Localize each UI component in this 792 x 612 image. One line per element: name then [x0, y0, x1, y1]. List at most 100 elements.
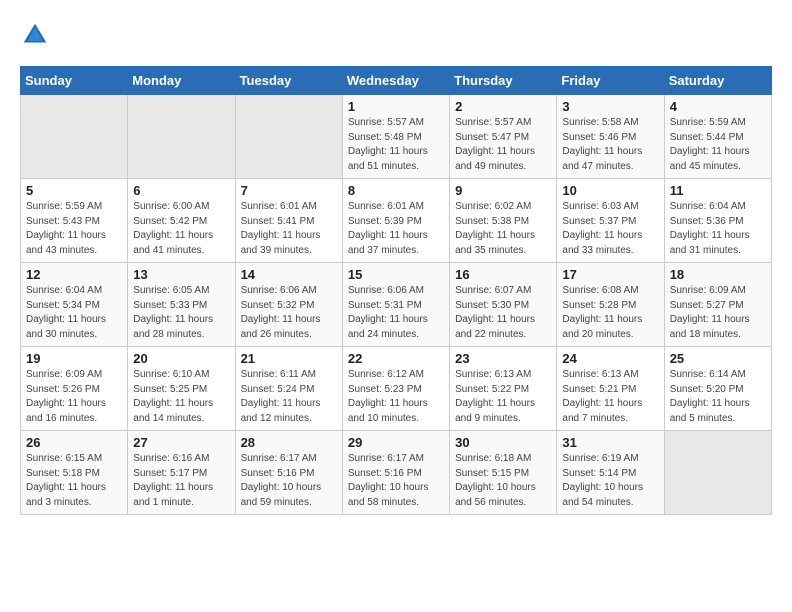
- day-number: 10: [562, 183, 658, 198]
- calendar-day-cell: 1Sunrise: 5:57 AM Sunset: 5:48 PM Daylig…: [342, 95, 449, 179]
- day-number: 6: [133, 183, 229, 198]
- calendar-day-cell: 25 Sunrise: 6:14 AM Sunset: 5:20 PM Dayli…: [664, 347, 771, 431]
- calendar-day-cell: 10 Sunrise: 6:03 AM Sunset: 5:37 PM Dayli…: [557, 179, 664, 263]
- calendar-day-cell: 26 Sunrise: 6:15 AM Sunset: 5:18 PM Dayli…: [21, 431, 128, 515]
- calendar-day-cell: 17Sunrise: 6:08 AM Sunset: 5:28 PM Dayli…: [557, 263, 664, 347]
- day-number: 17: [562, 267, 658, 282]
- day-number: 30: [455, 435, 551, 450]
- day-number: 24: [562, 351, 658, 366]
- calendar-day-cell: 18Sunrise: 6:09 AM Sunset: 5:27 PM Dayli…: [664, 263, 771, 347]
- day-detail: Sunrise: 6:06 AM Sunset: 5:31 PM Dayligh…: [348, 284, 444, 342]
- calendar-day-cell: 14 Sunrise: 6:06 AM Sunset: 5:32 PM Dayli…: [235, 263, 342, 347]
- day-detail: Sunrise: 6:16 AM Sunset: 5:17 PM Dayligh…: [133, 452, 229, 510]
- day-number: 26: [26, 435, 122, 450]
- day-detail: Sunrise: 6:13 AM Sunset: 5:22 PM Dayligh…: [455, 368, 551, 426]
- day-number: 13: [133, 267, 229, 282]
- calendar-day-cell: 28Sunrise: 6:17 AM Sunset: 5:16 PM Dayli…: [235, 431, 342, 515]
- day-number: 15: [348, 267, 444, 282]
- calendar-day-cell: 3 Sunrise: 5:58 AM Sunset: 5:46 PM Daylig…: [557, 95, 664, 179]
- calendar-day-header: Sunday: [21, 67, 128, 95]
- calendar-day-cell: 11Sunrise: 6:04 AM Sunset: 5:36 PM Dayli…: [664, 179, 771, 263]
- day-detail: Sunrise: 6:12 AM Sunset: 5:23 PM Dayligh…: [348, 368, 444, 426]
- day-number: 9: [455, 183, 551, 198]
- day-detail: Sunrise: 6:13 AM Sunset: 5:21 PM Dayligh…: [562, 368, 658, 426]
- calendar-day-cell: 23 Sunrise: 6:13 AM Sunset: 5:22 PM Dayli…: [450, 347, 557, 431]
- calendar-day-cell: 16 Sunrise: 6:07 AM Sunset: 5:30 PM Dayli…: [450, 263, 557, 347]
- day-number: 12: [26, 267, 122, 282]
- day-number: 21: [241, 351, 337, 366]
- day-detail: Sunrise: 6:11 AM Sunset: 5:24 PM Dayligh…: [241, 368, 337, 426]
- calendar-day-cell: [235, 95, 342, 179]
- day-detail: Sunrise: 6:19 AM Sunset: 5:14 PM Dayligh…: [562, 452, 658, 510]
- calendar-day-cell: 9 Sunrise: 6:02 AM Sunset: 5:38 PM Daylig…: [450, 179, 557, 263]
- calendar-day-cell: 15 Sunrise: 6:06 AM Sunset: 5:31 PM Dayli…: [342, 263, 449, 347]
- calendar-day-cell: 27 Sunrise: 6:16 AM Sunset: 5:17 PM Dayli…: [128, 431, 235, 515]
- logo-icon: [20, 20, 50, 50]
- day-detail: Sunrise: 5:59 AM Sunset: 5:44 PM Dayligh…: [670, 116, 766, 174]
- day-number: 28: [241, 435, 337, 450]
- day-number: 3: [562, 99, 658, 114]
- day-number: 8: [348, 183, 444, 198]
- day-detail: Sunrise: 6:00 AM Sunset: 5:42 PM Dayligh…: [133, 200, 229, 258]
- day-detail: Sunrise: 6:07 AM Sunset: 5:30 PM Dayligh…: [455, 284, 551, 342]
- calendar-week-row: 1Sunrise: 5:57 AM Sunset: 5:48 PM Daylig…: [21, 95, 772, 179]
- calendar-day-cell: 4 Sunrise: 5:59 AM Sunset: 5:44 PM Daylig…: [664, 95, 771, 179]
- calendar-day-cell: 6 Sunrise: 6:00 AM Sunset: 5:42 PM Daylig…: [128, 179, 235, 263]
- calendar-day-cell: 22 Sunrise: 6:12 AM Sunset: 5:23 PM Dayli…: [342, 347, 449, 431]
- day-number: 23: [455, 351, 551, 366]
- day-detail: Sunrise: 5:59 AM Sunset: 5:43 PM Dayligh…: [26, 200, 122, 258]
- page-header: [20, 20, 772, 50]
- day-detail: Sunrise: 6:02 AM Sunset: 5:38 PM Dayligh…: [455, 200, 551, 258]
- calendar-day-cell: 12 Sunrise: 6:04 AM Sunset: 5:34 PM Dayli…: [21, 263, 128, 347]
- calendar-day-cell: 30Sunrise: 6:18 AM Sunset: 5:15 PM Dayli…: [450, 431, 557, 515]
- day-number: 31: [562, 435, 658, 450]
- calendar-header-row: SundayMondayTuesdayWednesdayThursdayFrid…: [21, 67, 772, 95]
- day-number: 7: [241, 183, 337, 198]
- calendar-day-cell: 2Sunrise: 5:57 AM Sunset: 5:47 PM Daylig…: [450, 95, 557, 179]
- day-detail: Sunrise: 6:14 AM Sunset: 5:20 PM Dayligh…: [670, 368, 766, 426]
- calendar-day-cell: [128, 95, 235, 179]
- day-number: 18: [670, 267, 766, 282]
- day-detail: Sunrise: 6:04 AM Sunset: 5:34 PM Dayligh…: [26, 284, 122, 342]
- calendar-day-cell: 13Sunrise: 6:05 AM Sunset: 5:33 PM Dayli…: [128, 263, 235, 347]
- calendar-day-cell: [664, 431, 771, 515]
- logo: [20, 20, 54, 50]
- calendar-day-cell: [21, 95, 128, 179]
- day-number: 27: [133, 435, 229, 450]
- day-number: 14: [241, 267, 337, 282]
- calendar-day-cell: 24 Sunrise: 6:13 AM Sunset: 5:21 PM Dayli…: [557, 347, 664, 431]
- day-number: 29: [348, 435, 444, 450]
- day-detail: Sunrise: 6:15 AM Sunset: 5:18 PM Dayligh…: [26, 452, 122, 510]
- calendar-day-header: Tuesday: [235, 67, 342, 95]
- day-detail: Sunrise: 6:04 AM Sunset: 5:36 PM Dayligh…: [670, 200, 766, 258]
- calendar-table: SundayMondayTuesdayWednesdayThursdayFrid…: [20, 66, 772, 515]
- day-detail: Sunrise: 5:58 AM Sunset: 5:46 PM Dayligh…: [562, 116, 658, 174]
- day-detail: Sunrise: 6:09 AM Sunset: 5:26 PM Dayligh…: [26, 368, 122, 426]
- calendar-day-cell: 5 Sunrise: 5:59 AM Sunset: 5:43 PM Daylig…: [21, 179, 128, 263]
- calendar-day-cell: 8 Sunrise: 6:01 AM Sunset: 5:39 PM Daylig…: [342, 179, 449, 263]
- day-detail: Sunrise: 6:06 AM Sunset: 5:32 PM Dayligh…: [241, 284, 337, 342]
- calendar-week-row: 12 Sunrise: 6:04 AM Sunset: 5:34 PM Dayli…: [21, 263, 772, 347]
- day-detail: Sunrise: 6:01 AM Sunset: 5:39 PM Dayligh…: [348, 200, 444, 258]
- calendar-day-header: Wednesday: [342, 67, 449, 95]
- day-detail: Sunrise: 6:01 AM Sunset: 5:41 PM Dayligh…: [241, 200, 337, 258]
- calendar-day-cell: 7 Sunrise: 6:01 AM Sunset: 5:41 PM Daylig…: [235, 179, 342, 263]
- day-number: 4: [670, 99, 766, 114]
- calendar-week-row: 19Sunrise: 6:09 AM Sunset: 5:26 PM Dayli…: [21, 347, 772, 431]
- day-number: 5: [26, 183, 122, 198]
- calendar-day-header: Saturday: [664, 67, 771, 95]
- calendar-day-cell: 19Sunrise: 6:09 AM Sunset: 5:26 PM Dayli…: [21, 347, 128, 431]
- day-number: 25: [670, 351, 766, 366]
- day-number: 22: [348, 351, 444, 366]
- day-detail: Sunrise: 6:17 AM Sunset: 5:16 PM Dayligh…: [348, 452, 444, 510]
- calendar-day-header: Friday: [557, 67, 664, 95]
- day-detail: Sunrise: 5:57 AM Sunset: 5:47 PM Dayligh…: [455, 116, 551, 174]
- day-detail: Sunrise: 6:10 AM Sunset: 5:25 PM Dayligh…: [133, 368, 229, 426]
- calendar-day-cell: 20Sunrise: 6:10 AM Sunset: 5:25 PM Dayli…: [128, 347, 235, 431]
- calendar-week-row: 5 Sunrise: 5:59 AM Sunset: 5:43 PM Daylig…: [21, 179, 772, 263]
- calendar-day-cell: 31 Sunrise: 6:19 AM Sunset: 5:14 PM Dayli…: [557, 431, 664, 515]
- calendar-day-cell: 21 Sunrise: 6:11 AM Sunset: 5:24 PM Dayli…: [235, 347, 342, 431]
- day-number: 16: [455, 267, 551, 282]
- day-detail: Sunrise: 6:03 AM Sunset: 5:37 PM Dayligh…: [562, 200, 658, 258]
- calendar-week-row: 26 Sunrise: 6:15 AM Sunset: 5:18 PM Dayli…: [21, 431, 772, 515]
